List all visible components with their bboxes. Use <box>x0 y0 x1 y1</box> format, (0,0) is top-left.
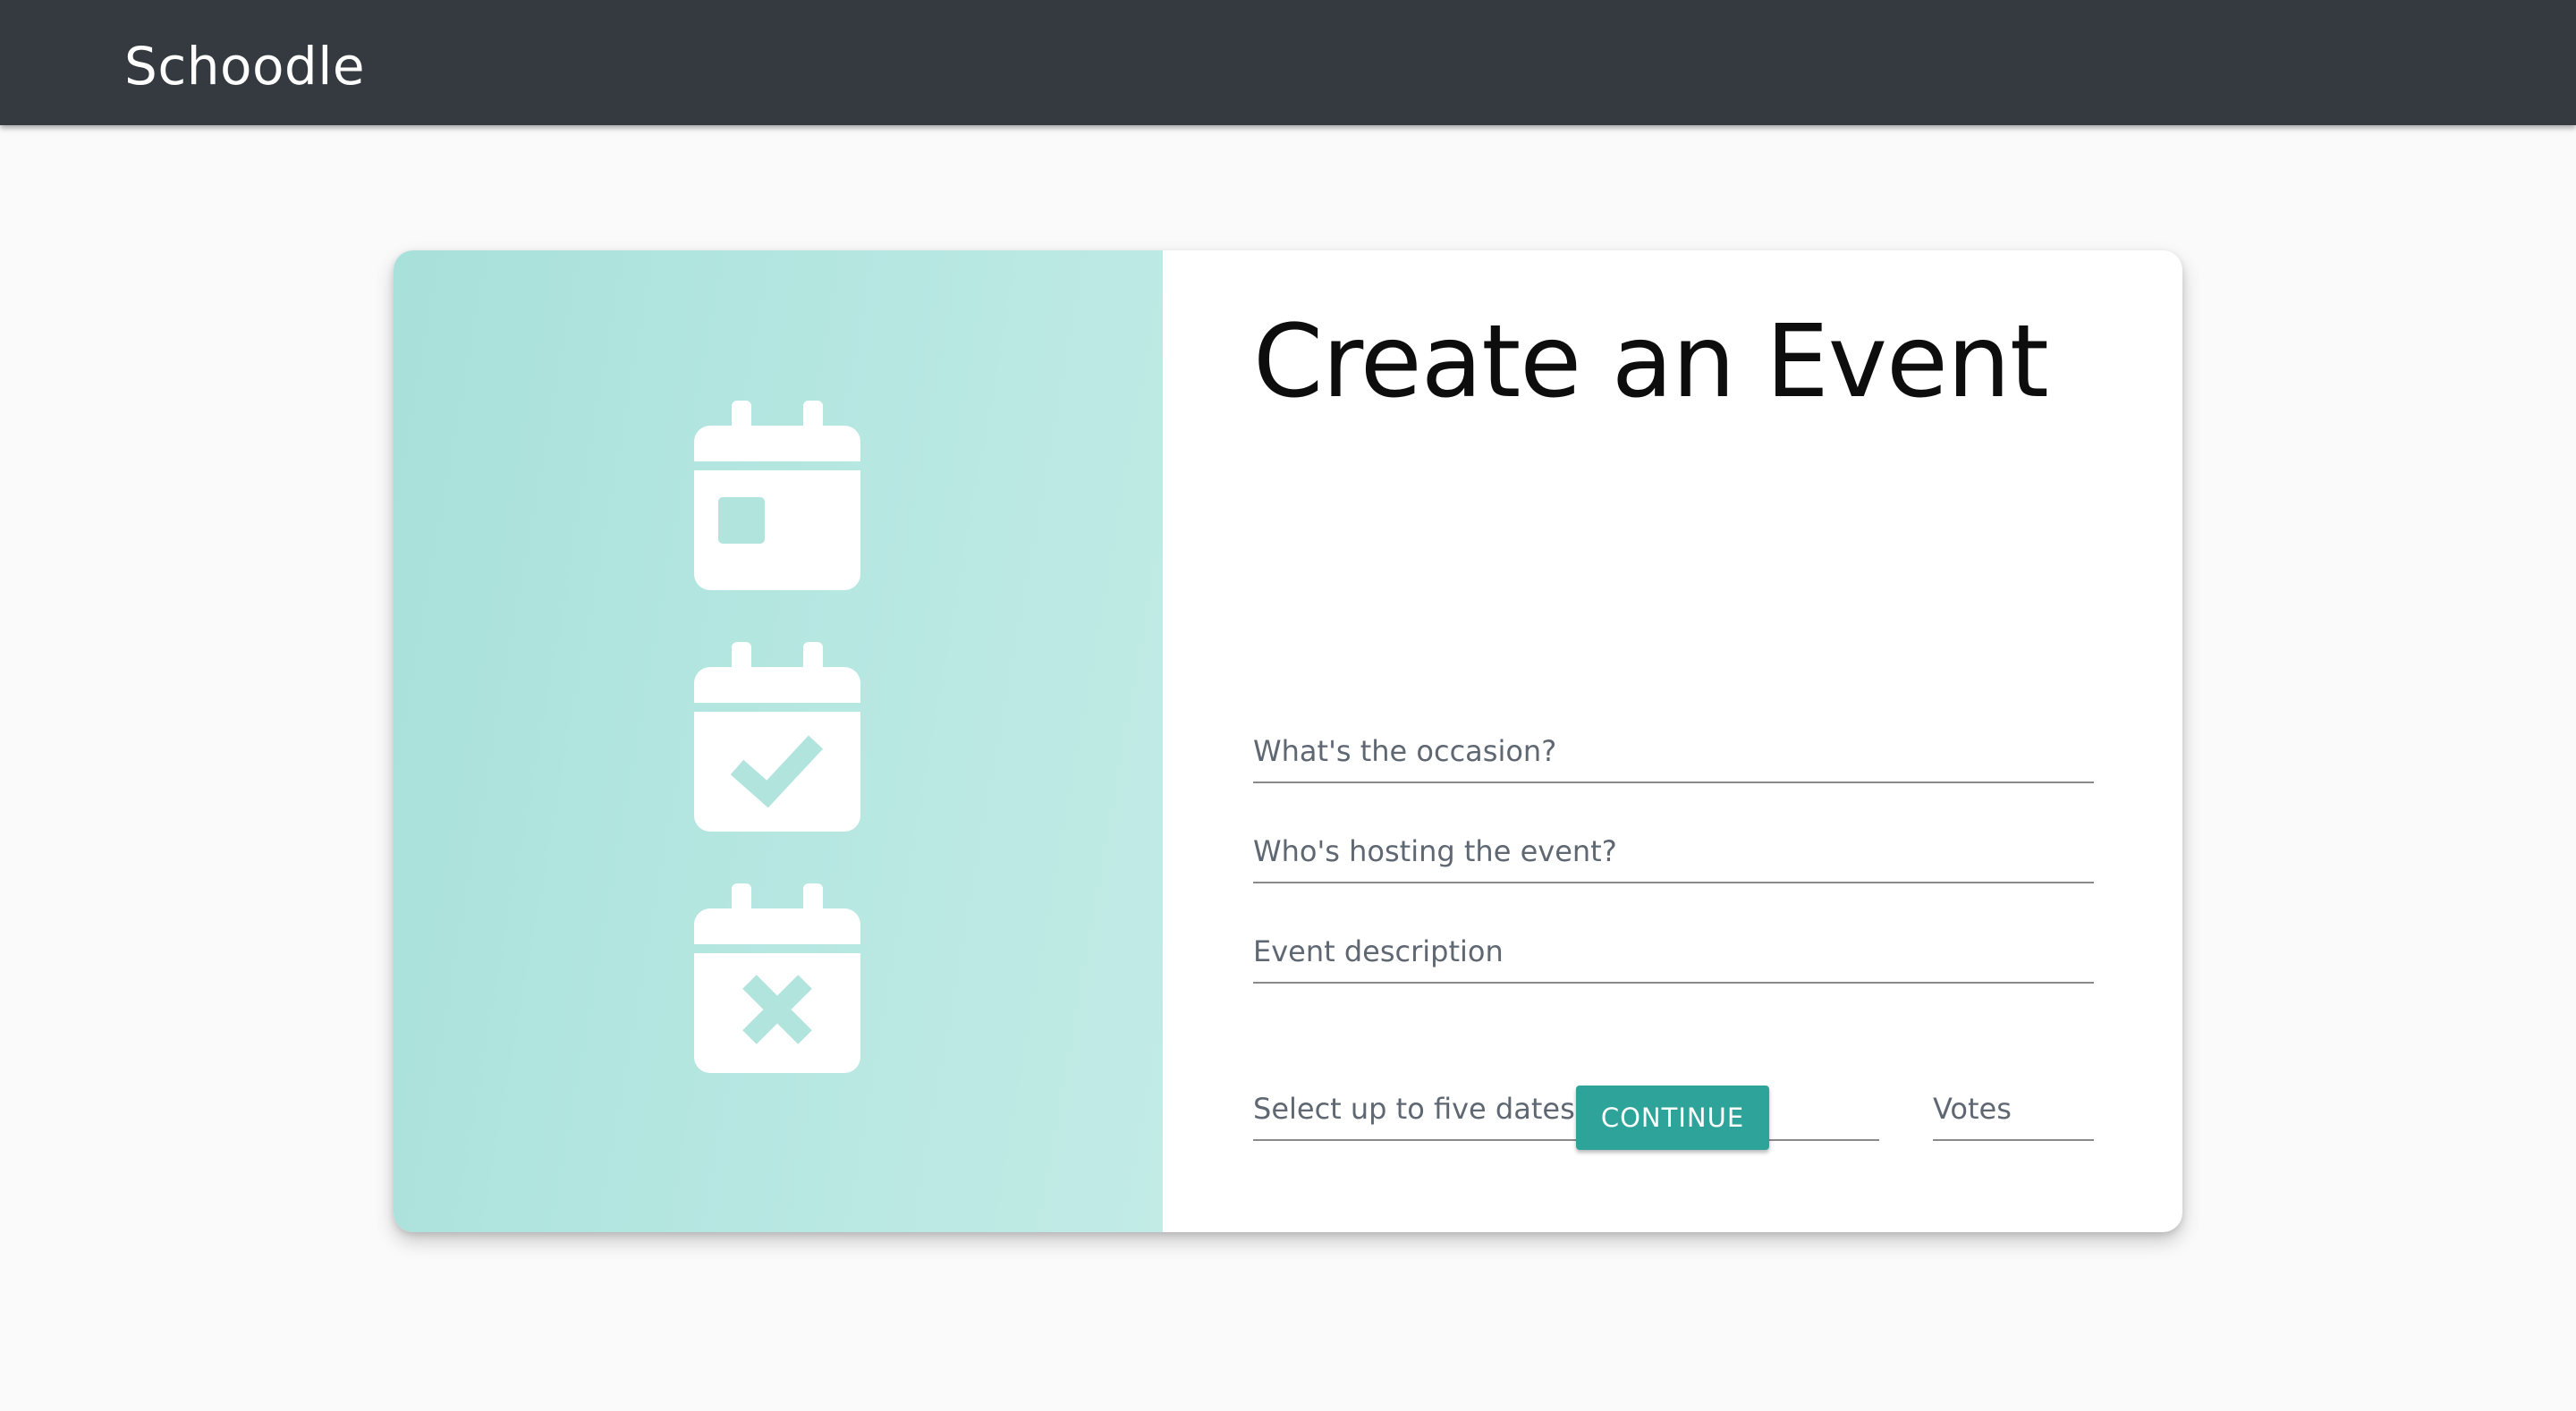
brand-logo[interactable]: Schoodle <box>124 0 365 125</box>
description-input[interactable] <box>1253 923 2094 980</box>
continue-button[interactable]: CONTINUE <box>1576 1086 1769 1150</box>
host-input[interactable] <box>1253 823 2094 880</box>
email-input[interactable] <box>1253 1216 2094 1232</box>
dates-input[interactable] <box>1253 1080 1879 1137</box>
illustration-panel <box>394 250 1163 1232</box>
calendar-check-icon <box>694 642 860 832</box>
occasion-input[interactable] <box>1253 722 2094 780</box>
navbar: Schoodle <box>0 0 2576 125</box>
occasion-field-wrapper <box>1253 722 2094 783</box>
calendar-times-icon <box>694 883 860 1073</box>
description-field-wrapper <box>1253 923 2094 984</box>
email-field-wrapper <box>1253 1216 2094 1232</box>
votes-field-wrapper <box>1933 1080 2094 1141</box>
create-event-card: Create an Event CONTINUE <box>394 250 2182 1232</box>
votes-input[interactable] <box>1933 1080 2094 1137</box>
calendar-icon <box>694 401 860 590</box>
event-form: Create an Event CONTINUE <box>1163 250 2182 1232</box>
page-title: Create an Event <box>1253 304 2049 420</box>
host-field-wrapper <box>1253 823 2094 883</box>
dates-field-wrapper <box>1253 1080 1879 1141</box>
